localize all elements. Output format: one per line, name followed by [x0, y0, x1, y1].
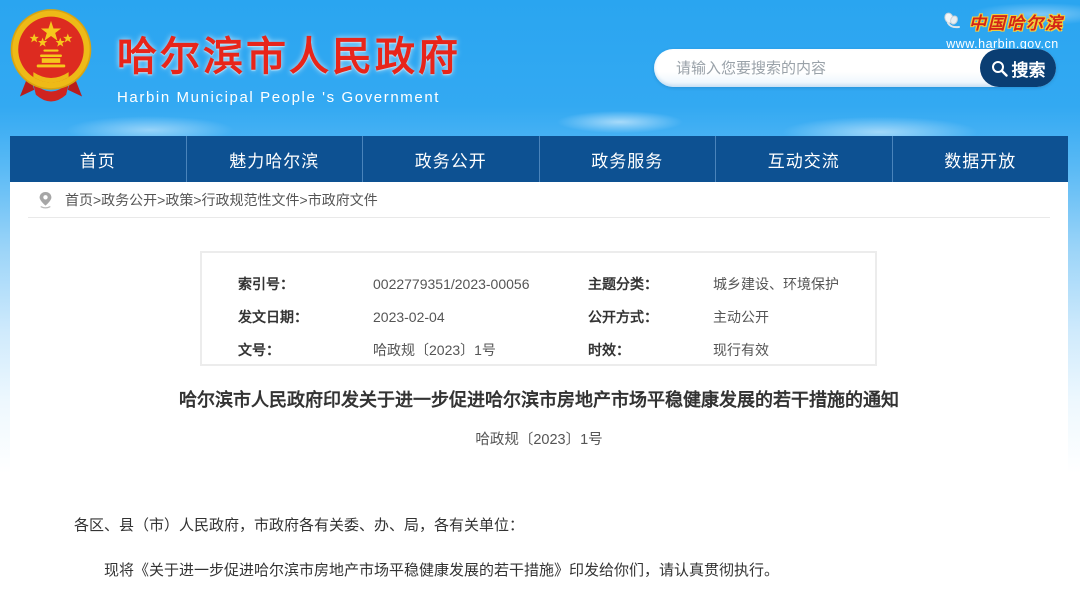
search-icon: [991, 60, 1008, 77]
meta-row-issue-date: 发文日期： 2023-02-04: [238, 301, 588, 334]
nav-item-gov-services[interactable]: 政务服务: [539, 136, 716, 182]
nav-item-home[interactable]: 首页: [10, 136, 186, 182]
meta-value: 2023-02-04: [373, 301, 445, 334]
meta-value: 城乡建设、环境保护: [713, 268, 839, 301]
metadata-column-right: 主题分类： 城乡建设、环境保护 公开方式： 主动公开 时效： 现行有效: [588, 268, 875, 364]
logo-text: 中国哈尔滨: [969, 9, 1064, 34]
document-metadata-box: 索引号： 0022779351/2023-00056 发文日期： 2023-02…: [200, 251, 877, 366]
meta-label: 公开方式：: [588, 301, 713, 334]
document-paragraph: 各区、县（市）人民政府，市政府各有关委、办、局，各有关单位：: [74, 515, 1008, 536]
search-bar: 搜索: [654, 49, 1056, 87]
meta-row-doc-number: 文号： 哈政规〔2023〕1号: [238, 334, 588, 367]
meta-row-disclosure-method: 公开方式： 主动公开: [588, 301, 875, 334]
site-title-chinese: 哈尔滨市人民政府: [117, 24, 461, 82]
site-title-english: Harbin Municipal People 's Government: [117, 89, 461, 106]
breadcrumb-path[interactable]: 首页>政务公开>政策>行政规范性文件>市政府文件: [65, 190, 378, 210]
meta-label: 索引号：: [238, 268, 373, 301]
main-content: 首页>政务公开>政策>行政规范性文件>市政府文件 索引号： 0022779351…: [10, 182, 1068, 592]
meta-value: 现行有效: [713, 334, 769, 367]
site-title-link[interactable]: 哈尔滨市人民政府 Harbin Municipal People 's Gove…: [117, 24, 461, 106]
meta-value: 主动公开: [713, 301, 769, 334]
meta-label: 时效：: [588, 334, 713, 367]
meta-row-topic-category: 主题分类： 城乡建设、环境保护: [588, 268, 875, 301]
national-emblem-icon: [9, 7, 93, 107]
search-input[interactable]: [654, 49, 980, 87]
site-header: 哈尔滨市人民政府 Harbin Municipal People 's Gove…: [0, 0, 1080, 136]
nav-item-gov-disclosure[interactable]: 政务公开: [362, 136, 539, 182]
document-title: 哈尔滨市人民政府印发关于进一步促进哈尔滨市房地产市场平稳健康发展的若干措施的通知: [50, 388, 1028, 412]
lilac-flower-icon: [941, 12, 963, 32]
location-pin-icon: [38, 191, 53, 209]
metadata-column-left: 索引号： 0022779351/2023-00056 发文日期： 2023-02…: [238, 268, 588, 364]
meta-value: 哈政规〔2023〕1号: [373, 334, 496, 367]
meta-row-index-number: 索引号： 0022779351/2023-00056: [238, 268, 588, 301]
site-brand-logo[interactable]: 中国哈尔滨 www.harbin.gov.cn: [941, 9, 1064, 51]
nav-item-interaction[interactable]: 互动交流: [715, 136, 892, 182]
meta-label: 发文日期：: [238, 301, 373, 334]
search-button-label: 搜索: [1012, 56, 1046, 81]
document-paragraph: 现将《关于进一步促进哈尔滨市房地产市场平稳健康发展的若干措施》印发给你们，请认真…: [74, 560, 1008, 581]
meta-value: 0022779351/2023-00056: [373, 268, 530, 301]
document-number: 哈政规〔2023〕1号: [10, 428, 1068, 449]
meta-row-validity: 时效： 现行有效: [588, 334, 875, 367]
meta-label: 主题分类：: [588, 268, 713, 301]
breadcrumb: 首页>政务公开>政策>行政规范性文件>市政府文件: [28, 182, 1050, 218]
nav-item-open-data[interactable]: 数据开放: [892, 136, 1069, 182]
search-button[interactable]: 搜索: [980, 49, 1056, 87]
main-navigation: 首页 魅力哈尔滨 政务公开 政务服务 互动交流 数据开放: [10, 136, 1068, 182]
content-wrapper: 首页 魅力哈尔滨 政务公开 政务服务 互动交流 数据开放 首页>政务公开>政策>…: [10, 136, 1068, 592]
document-body: 各区、县（市）人民政府，市政府各有关委、办、局，各有关单位： 现将《关于进一步促…: [74, 515, 1008, 581]
meta-label: 文号：: [238, 334, 373, 367]
nav-item-charming-harbin[interactable]: 魅力哈尔滨: [186, 136, 363, 182]
